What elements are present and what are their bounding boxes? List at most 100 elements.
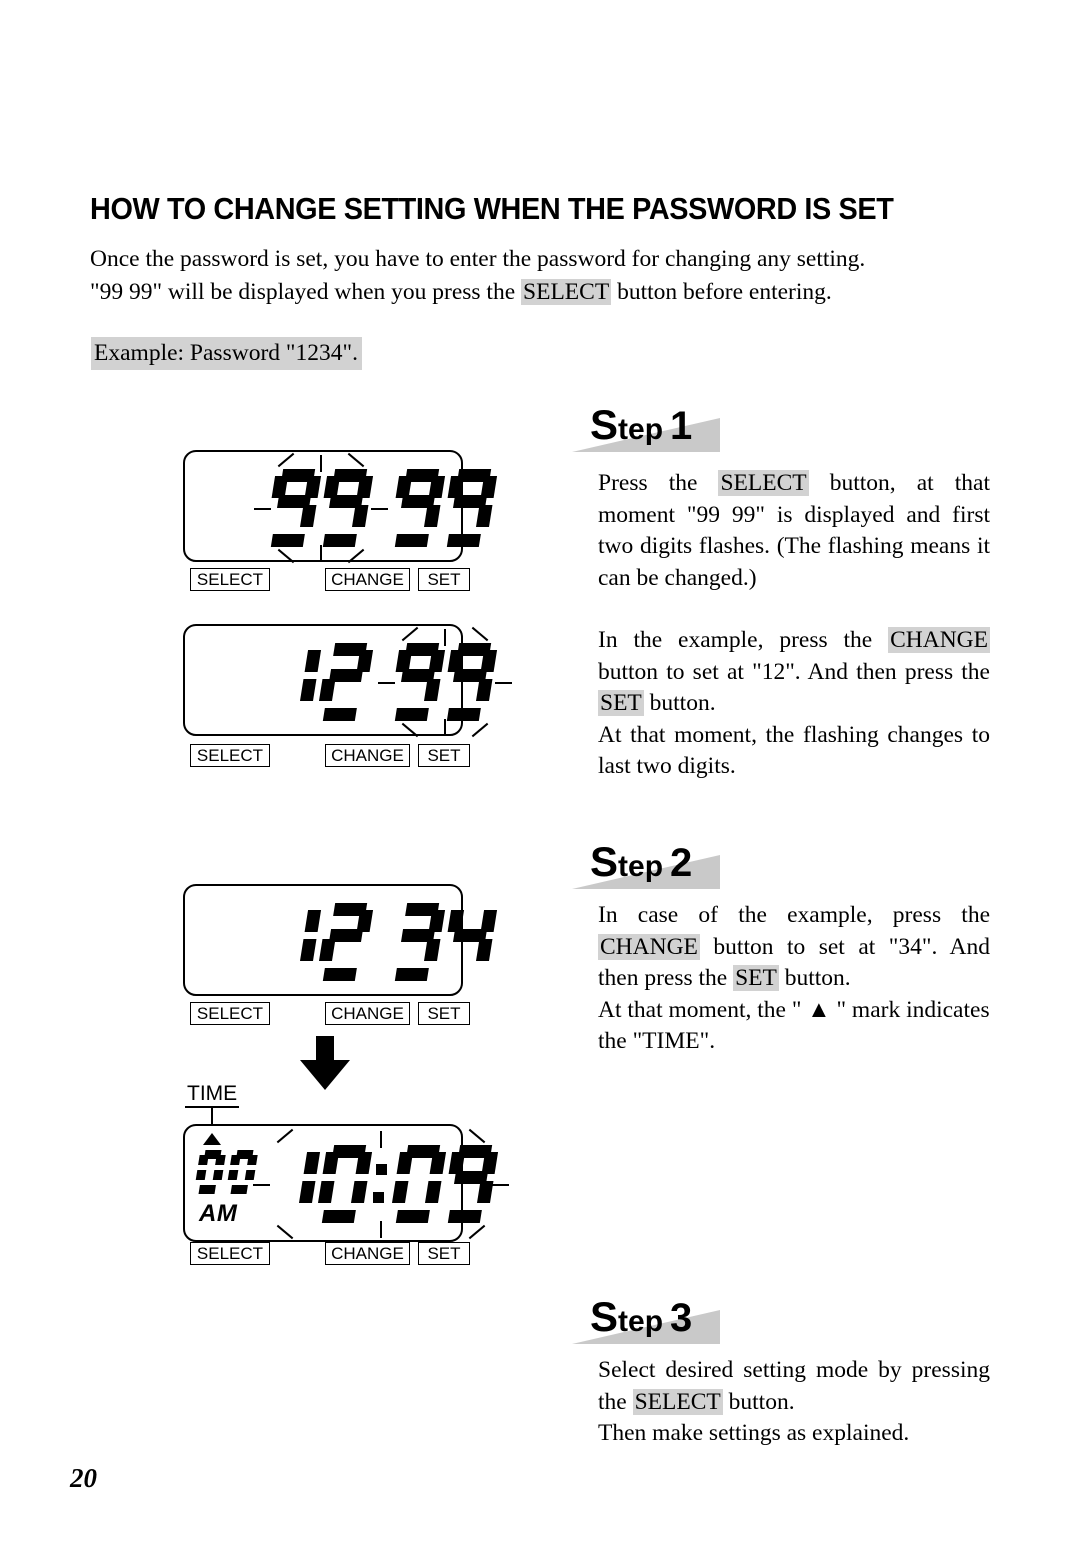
lcd-digit <box>440 469 498 547</box>
flash-tick <box>471 626 489 642</box>
segment-b <box>356 650 374 672</box>
step-badge-number: 1 <box>670 404 693 448</box>
change-button[interactable]: CHANGE <box>325 1002 410 1025</box>
set-button[interactable]: SET <box>418 568 470 591</box>
mode-label-connector <box>211 1107 213 1124</box>
flash-tick <box>401 626 419 642</box>
segment-e <box>319 679 336 701</box>
panel-12-34 <box>183 884 498 996</box>
step-badge-initial: S <box>590 1293 619 1340</box>
change-button[interactable]: CHANGE <box>325 568 410 591</box>
lcd-small-digit-slot <box>227 1150 258 1194</box>
paragraph-text: At that moment, the flashing changes to … <box>598 721 990 780</box>
inline-button-select: SELECT <box>718 470 809 496</box>
segment-d <box>446 534 481 547</box>
inline-button-set: SET <box>598 690 644 716</box>
step-badge-label: Step 2 <box>590 841 693 885</box>
flash-tick <box>277 548 295 564</box>
lcd-digit <box>440 903 498 981</box>
paragraph-text: In case of the example, press the <box>598 902 990 928</box>
flash-tick <box>254 508 271 510</box>
segment-d <box>198 1185 216 1194</box>
segment-d <box>322 708 357 721</box>
set-button[interactable]: SET <box>418 1242 470 1265</box>
lcd-digit <box>194 1150 227 1194</box>
step-paragraph: At that moment, the " ▲ " mark indicates… <box>598 995 990 1058</box>
step-badge-word: tep <box>618 413 664 446</box>
step-badge-3: Step 3 <box>572 1288 722 1344</box>
segment-c <box>476 505 493 527</box>
lcd-digit-slot <box>319 643 374 721</box>
paragraph-text: button. <box>722 1388 795 1415</box>
segment-b <box>215 1154 226 1165</box>
segment-c <box>300 939 317 961</box>
step-paragraph: Then make settings as explained. <box>598 1418 990 1450</box>
panel-button-row: SELECT CHANGE SET <box>185 568 470 591</box>
paragraph-text: Then make settings as explained. <box>598 1420 910 1446</box>
step-paragraph: In case of the example, press the CHANGE… <box>598 900 990 995</box>
paragraph-text: At that moment, the " ▲ " mark indicates… <box>598 996 990 1055</box>
segment-e <box>319 939 336 961</box>
set-button[interactable]: SET <box>418 744 470 767</box>
flash-tick <box>371 508 388 510</box>
segment-c <box>424 505 441 527</box>
lcd-digit-slot <box>446 903 498 981</box>
segment-b <box>247 1154 258 1165</box>
intro-line2-after: button before entering. <box>611 279 832 305</box>
flash-tick <box>347 548 365 564</box>
segment-b <box>428 910 446 932</box>
lcd-digit-slot <box>270 643 322 721</box>
inline-button-change: CHANGE <box>888 627 990 653</box>
step-text-3: Select desired setting mode by pressing … <box>598 1355 990 1450</box>
panel-99-99 <box>183 450 498 564</box>
segment-d <box>322 968 357 981</box>
flash-tick <box>468 1128 486 1144</box>
panel-button-row: SELECT CHANGE SET <box>185 1002 470 1025</box>
inline-button-set: SET <box>733 965 779 991</box>
panel-button-row: SELECT CHANGE SET <box>185 1242 470 1265</box>
flash-tick <box>320 455 322 472</box>
segment-b <box>428 476 446 498</box>
lcd-digit-slot <box>394 903 446 981</box>
select-button[interactable]: SELECT <box>190 568 270 591</box>
flash-tick <box>276 1224 294 1240</box>
panel-time-1009: AM <box>183 1124 509 1242</box>
down-arrow-icon <box>300 1036 350 1090</box>
paragraph-text: In the example, press the <box>598 627 889 653</box>
flash-tick <box>468 1224 486 1240</box>
segment-c <box>424 939 441 961</box>
select-button[interactable]: SELECT <box>190 1002 270 1025</box>
select-button[interactable]: SELECT <box>190 1242 270 1265</box>
inline-button-change: CHANGE <box>598 933 700 960</box>
segment-b <box>356 910 374 932</box>
flash-tick <box>444 719 446 736</box>
segment-d <box>230 1185 248 1194</box>
set-button[interactable]: SET <box>418 1002 470 1025</box>
segment-e <box>195 1170 207 1181</box>
lcd-digit-slot <box>270 903 322 981</box>
mode-label-time: TIME <box>185 1082 240 1108</box>
lcd-digit-slot <box>319 903 374 981</box>
segment-b <box>304 650 322 672</box>
change-button[interactable]: CHANGE <box>325 744 410 767</box>
intro-line-2: "99 99" will be displayed when you press… <box>90 276 920 309</box>
page-number: 20 <box>70 1463 97 1493</box>
step-badge-number: 2 <box>670 841 693 885</box>
lcd-digit <box>388 903 446 981</box>
flash-tick <box>495 682 512 684</box>
change-button[interactable]: CHANGE <box>325 1242 410 1265</box>
step-badge-number: 3 <box>670 1296 693 1340</box>
flash-tick <box>492 1184 509 1186</box>
segment-d <box>394 534 429 547</box>
segment-c <box>212 1170 224 1181</box>
step-badge-2: Step 2 <box>572 833 722 889</box>
select-button[interactable]: SELECT <box>190 744 270 767</box>
flashing-indicator <box>378 626 512 738</box>
lcd-digit <box>264 643 322 721</box>
ampm-indicator: AM <box>199 1200 238 1227</box>
segment-c <box>476 939 493 961</box>
lcd-digit <box>388 469 446 547</box>
flash-tick <box>253 1184 270 1186</box>
example-password-note: Example: Password "1234". <box>91 337 362 370</box>
step-badge-label: Step 3 <box>590 1293 693 1340</box>
